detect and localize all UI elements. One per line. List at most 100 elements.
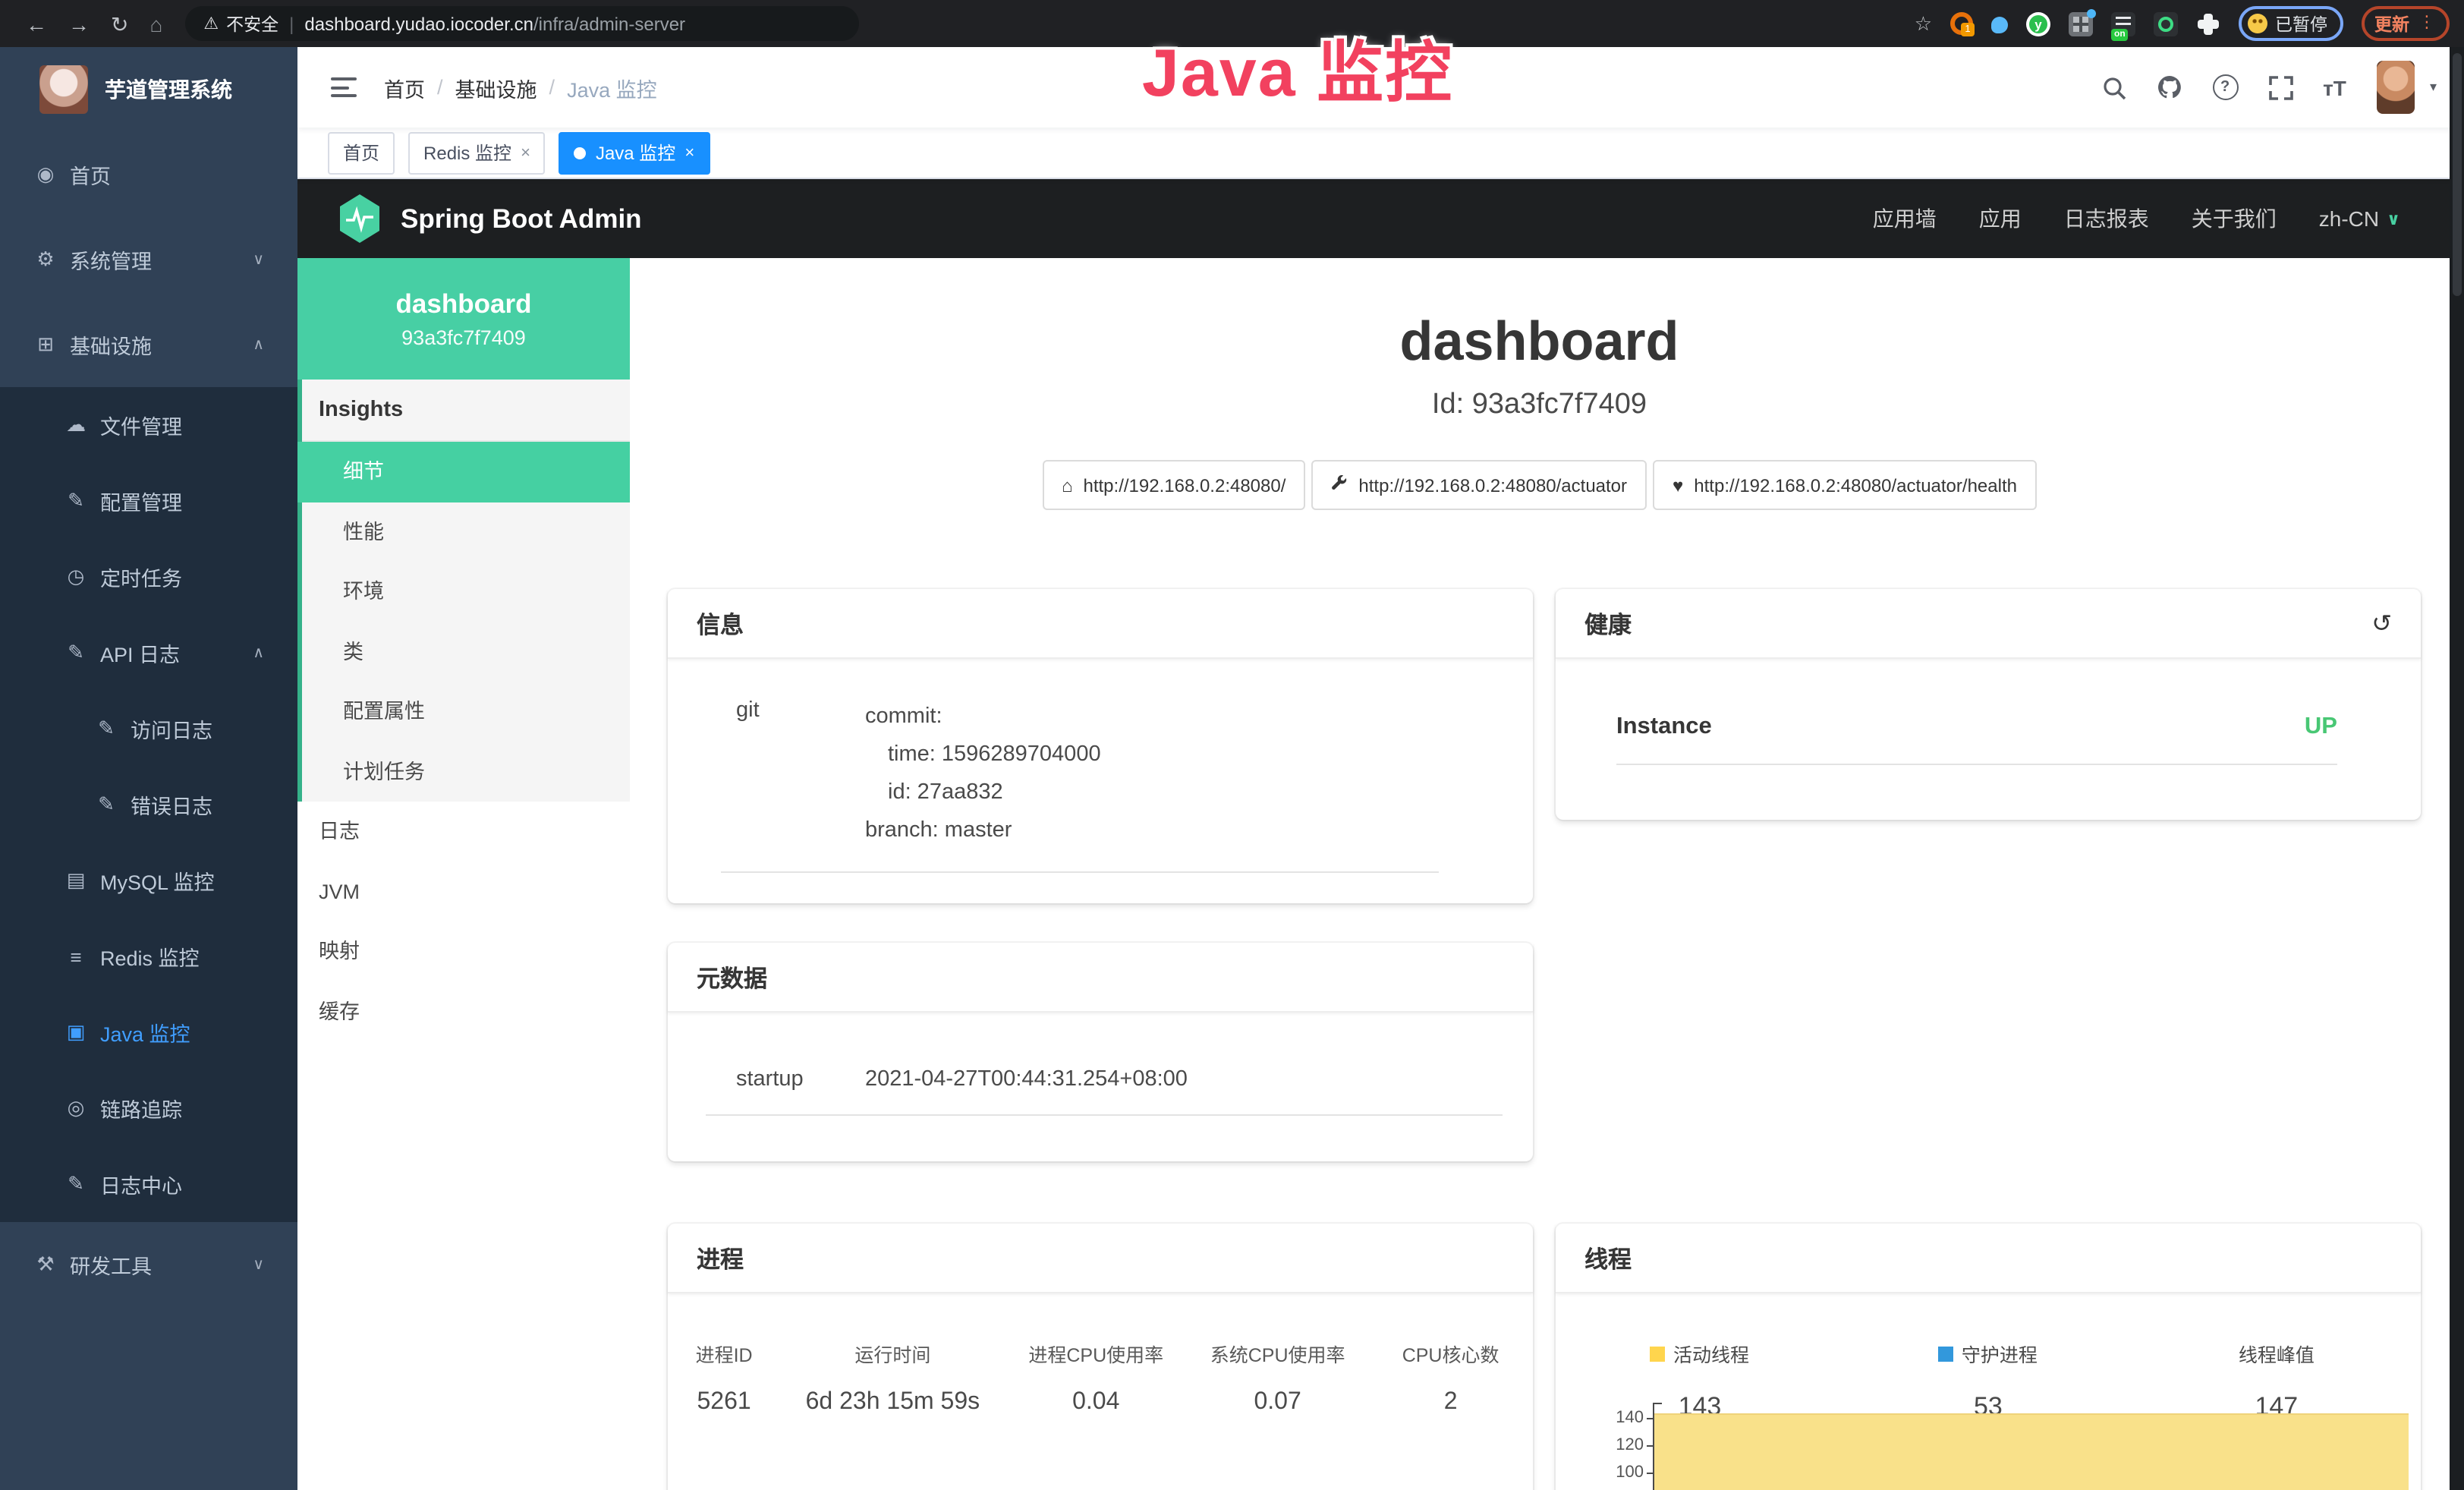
chevron-down-icon: ∨ [253, 1256, 264, 1273]
browser-menu-icon[interactable]: ⋮ [2418, 15, 2435, 32]
sba-nav-about[interactable]: 关于我们 [2192, 203, 2277, 234]
font-size-icon[interactable]: тT [2323, 75, 2346, 99]
sidebar-item-scheduled-jobs[interactable]: ◷ 定时任务 [0, 539, 297, 615]
tag-java-monitor[interactable]: Java 监控 × [559, 131, 710, 174]
locale-select[interactable]: zh-CN ∨ [2319, 206, 2400, 231]
extension-icon-5[interactable]: on [2111, 11, 2135, 36]
fullscreen-icon[interactable] [2268, 75, 2292, 99]
threads-chart: 140 120 100 [1601, 1397, 2409, 1490]
security-label[interactable]: 不安全 [226, 11, 278, 36]
paused-label: 已暂停 [2275, 11, 2327, 36]
sba-menu-config-props[interactable]: 配置属性 [302, 682, 630, 742]
url-host[interactable]: dashboard.yudao.iocoder.cn [304, 13, 533, 34]
health-instance-row: Instance UP [1616, 713, 2337, 765]
breadcrumb-home[interactable]: 首页 [384, 72, 425, 102]
forward-icon[interactable]: → [68, 13, 90, 34]
sba-menu-caches[interactable]: 缓存 [297, 981, 630, 1041]
app-title: 芋道管理系统 [105, 74, 232, 105]
avatar-caret-icon[interactable]: ▾ [2430, 79, 2437, 96]
close-icon[interactable]: × [684, 143, 694, 162]
url-path[interactable]: /infra/admin-server [533, 13, 685, 34]
log-icon: ✎ [94, 717, 118, 741]
sidebar-item-infrastructure[interactable]: ⊞ 基础设施 ∧ [0, 302, 297, 387]
sba-brand[interactable]: Spring Boot Admin [337, 193, 642, 244]
sidebar-item-home[interactable]: ◉ 首页 [0, 132, 297, 217]
home-icon: ⌂ [1062, 474, 1073, 496]
sidebar-item-api-logs[interactable]: ✎ API 日志 ∧ [0, 615, 297, 691]
sidebar-item-file-management[interactable]: ☁ 文件管理 [0, 387, 297, 463]
sba-menu-environment[interactable]: 环境 [302, 562, 630, 622]
sba-nav-applications[interactable]: 应用 [1979, 203, 2022, 234]
sba-menu-mappings[interactable]: 映射 [297, 921, 630, 981]
sba-menu-metrics[interactable]: 性能 [302, 502, 630, 562]
profile-paused-chip[interactable]: 已暂停 [2239, 6, 2343, 41]
back-icon[interactable]: ← [26, 13, 47, 34]
breadcrumb-infrastructure[interactable]: 基础设施 [455, 72, 537, 102]
chevron-up-icon: ∧ [253, 336, 264, 353]
extension-icon-2[interactable] [1991, 17, 2008, 33]
sba-main: dashboard Id: 93a3fc7f7409 ⌂ http://192.… [630, 258, 2449, 1490]
tag-redis-monitor[interactable]: Redis 监控 × [408, 131, 546, 174]
sidebar-item-config-management[interactable]: ✎ 配置管理 [0, 463, 297, 539]
sidebar-item-log-center[interactable]: ✎ 日志中心 [0, 1146, 297, 1222]
reload-icon[interactable]: ↻ [111, 13, 128, 34]
extension-icon-3[interactable]: y [2026, 11, 2050, 36]
home-icon[interactable]: ⌂ [149, 13, 162, 34]
app-logo-row[interactable]: 芋道管理系统 [0, 47, 297, 132]
sidebar-item-dev-tools[interactable]: ⚒ 研发工具 ∨ [0, 1222, 297, 1307]
search-icon[interactable] [2101, 75, 2126, 99]
sba-nav-journal[interactable]: 日志报表 [2064, 203, 2149, 234]
status-badge: UP [2305, 713, 2337, 741]
history-icon[interactable]: ↺ [2371, 608, 2392, 638]
sidebar-item-system[interactable]: ⚙ 系统管理 ∨ [0, 217, 297, 302]
page-title: dashboard [630, 310, 2449, 373]
sba-menu-scheduled-tasks[interactable]: 计划任务 [302, 742, 630, 802]
heartbeat-icon: ♥ [1673, 474, 1683, 496]
process-table-headers: 进程ID 运行时间 进程CPU使用率 系统CPU使用率 CPU核心数 [668, 1339, 1533, 1368]
instance-home-link[interactable]: ⌂ http://192.168.0.2:48080/ [1042, 460, 1305, 510]
breadcrumb-current: Java 监控 [567, 72, 657, 102]
sidebar-item-redis-monitor[interactable]: ≡ Redis 监控 [0, 918, 297, 994]
sba-menu-classes[interactable]: 类 [302, 622, 630, 682]
sba-navbar: Spring Boot Admin 应用墙 应用 日志报表 关于我们 zh-CN… [297, 179, 2464, 258]
log-icon: ✎ [94, 792, 118, 817]
sidebar-item-tracing[interactable]: ◎ 链路追踪 [0, 1070, 297, 1146]
extension-icon-4[interactable] [2069, 11, 2093, 36]
close-icon[interactable]: × [521, 143, 530, 162]
help-icon[interactable]: ? [2212, 74, 2238, 100]
sba-menu-logs[interactable]: 日志 [297, 802, 630, 862]
extension-icon-1[interactable]: 1 [1950, 12, 1973, 35]
app-logo [39, 65, 88, 114]
row-divider [706, 1114, 1503, 1116]
profile-avatar-icon [2248, 14, 2267, 33]
page-subtitle: Id: 93a3fc7f7409 [630, 389, 2449, 422]
sba-menu-jvm[interactable]: JVM [297, 862, 630, 921]
sidebar-item-error-logs[interactable]: ✎ 错误日志 [0, 767, 297, 843]
on-badge: on [2111, 28, 2129, 40]
update-browser-button[interactable]: 更新 ⋮ [2361, 6, 2449, 41]
update-label: 更新 [2374, 11, 2409, 36]
tag-home[interactable]: 首页 [328, 131, 395, 174]
infrastructure-icon: ⊞ [33, 332, 58, 357]
sba-nav-wallboard[interactable]: 应用墙 [1873, 203, 1937, 234]
page-scrollbar[interactable] [2449, 47, 2464, 1490]
sba-sidebar: dashboard 93a3fc7f7409 Insights 细节 性能 环境… [297, 258, 630, 1490]
user-avatar[interactable] [2377, 61, 2415, 114]
bookmark-star-icon[interactable]: ☆ [1915, 11, 1932, 36]
instance-actuator-link[interactable]: http://192.168.0.2:48080/actuator [1311, 460, 1647, 510]
extensions-puzzle-icon[interactable] [2196, 11, 2220, 36]
database-icon: ▤ [64, 868, 88, 893]
insights-group-label: Insights [302, 380, 630, 442]
address-bar[interactable]: ⚠ 不安全 | dashboard.yudao.iocoder.cn /infr… [185, 6, 859, 41]
extension-icon-6[interactable] [2154, 11, 2178, 36]
hamburger-icon[interactable] [331, 77, 357, 97]
sidebar-item-java-monitor[interactable]: ▣ Java 监控 [0, 994, 297, 1070]
sidebar-item-mysql-monitor[interactable]: ▤ MySQL 监控 [0, 843, 297, 918]
sidebar-item-access-logs[interactable]: ✎ 访问日志 [0, 691, 297, 767]
omnibox-divider: | [289, 13, 294, 34]
scrollbar-thumb[interactable] [2452, 53, 2461, 296]
instance-health-link[interactable]: ♥ http://192.168.0.2:48080/actuator/heal… [1653, 460, 2037, 510]
github-icon[interactable] [2156, 74, 2182, 100]
sba-menu-details[interactable]: 细节 [297, 442, 630, 502]
instance-header[interactable]: dashboard 93a3fc7f7409 [297, 258, 630, 380]
